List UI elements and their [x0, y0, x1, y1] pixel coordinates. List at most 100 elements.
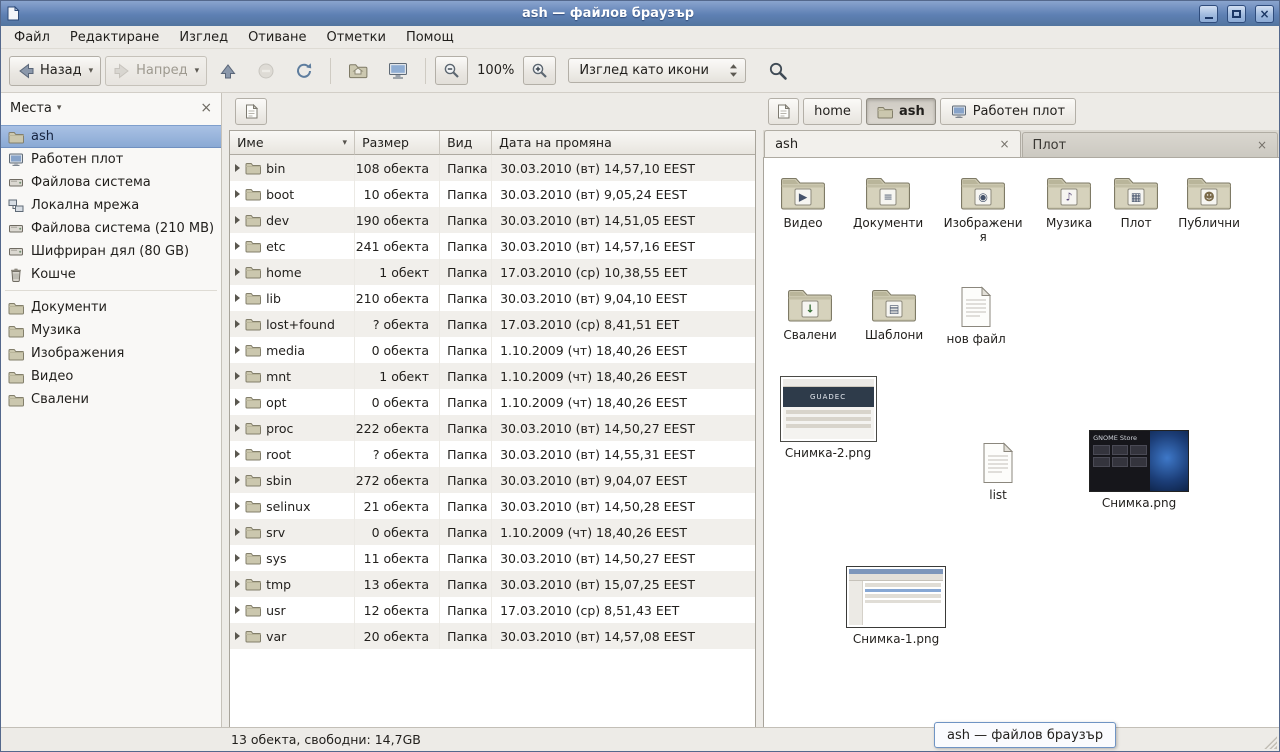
sidebar-item-filesystem[interactable]: Файлова система	[1, 171, 221, 194]
reload-button[interactable]	[287, 56, 321, 86]
icon-item-pictures[interactable]: ◉Изображения	[940, 174, 1026, 244]
sidebar-item-pictures[interactable]: Изображения	[1, 342, 221, 365]
column-header-type[interactable]: Вид	[440, 131, 492, 155]
table-row[interactable]: boot10 обектаПапка30.03.2010 (вт) 9,05,2…	[230, 181, 755, 207]
table-row[interactable]: sbin272 обектаПапка30.03.2010 (вт) 9,04,…	[230, 467, 755, 493]
icon-item-music[interactable]: ♪Музика	[1030, 174, 1108, 230]
table-row[interactable]: bin108 обектаПапка30.03.2010 (вт) 14,57,…	[230, 155, 755, 181]
icon-view[interactable]: ▶Видео≡Документи◉Изображения♪Музика▦Плот…	[763, 158, 1279, 727]
expander-icon[interactable]	[235, 450, 240, 458]
maximize-button[interactable]	[1227, 5, 1246, 23]
expander-icon[interactable]	[235, 216, 240, 224]
sidebar-item-downloads[interactable]: Свалени	[1, 388, 221, 411]
expander-icon[interactable]	[235, 164, 240, 172]
icon-item-desktop[interactable]: ▦Плот	[1100, 174, 1172, 230]
expander-icon[interactable]	[235, 320, 240, 328]
table-row[interactable]: dev190 обектаПапка30.03.2010 (вт) 14,51,…	[230, 207, 755, 233]
table-row[interactable]: mnt1 обектПапка1.10.2009 (чт) 18,40,26 E…	[230, 363, 755, 389]
chevron-down-icon[interactable]: ▾	[57, 103, 62, 113]
expander-icon[interactable]	[235, 502, 240, 510]
zoom-in-button[interactable]	[523, 56, 556, 85]
expander-icon[interactable]	[235, 554, 240, 562]
computer-button[interactable]	[380, 56, 416, 86]
tab-desktop[interactable]: Плот×	[1022, 132, 1278, 157]
pathbar-ash-button[interactable]: ash	[866, 98, 936, 125]
expander-icon[interactable]	[235, 606, 240, 614]
expander-icon[interactable]	[235, 632, 240, 640]
sidebar-item-desktop[interactable]: Работен плот	[1, 148, 221, 171]
table-row[interactable]: lib210 обектаПапка30.03.2010 (вт) 9,04,1…	[230, 285, 755, 311]
expander-icon[interactable]	[235, 476, 240, 484]
pane-splitter-right[interactable]	[756, 93, 763, 727]
table-row[interactable]: srv0 обектаПапка1.10.2009 (чт) 18,40,26 …	[230, 519, 755, 545]
location-toggle-button[interactable]	[235, 98, 267, 125]
column-header-date-modified[interactable]: Дата на промяна	[492, 131, 755, 155]
menu-view[interactable]: Изглед	[170, 28, 237, 47]
table-row[interactable]: sys11 обектаПапка30.03.2010 (вт) 14,50,2…	[230, 545, 755, 571]
sidebar-item-encrypted-80gb[interactable]: Шифриран дял (80 GB)	[1, 240, 221, 263]
menu-bookmarks[interactable]: Отметки	[317, 28, 394, 47]
icon-item-list[interactable]: list	[962, 442, 1034, 502]
pathbar-filesystem-button[interactable]	[768, 98, 799, 125]
table-row[interactable]: root? обектаПапка30.03.2010 (вт) 14,55,3…	[230, 441, 755, 467]
search-button[interactable]	[760, 55, 796, 87]
table-row[interactable]: home1 обектПапка17.03.2010 (ср) 10,38,55…	[230, 259, 755, 285]
table-row[interactable]: tmp13 обектаПапка30.03.2010 (вт) 15,07,2…	[230, 571, 755, 597]
table-row[interactable]: usr12 обектаПапка17.03.2010 (ср) 8,51,43…	[230, 597, 755, 623]
stop-button[interactable]	[249, 56, 283, 86]
back-dropdown-icon[interactable]: ▾	[89, 66, 94, 76]
sidebar-title[interactable]: Места	[10, 101, 52, 116]
icon-item-templates[interactable]: ▤Шаблони	[854, 286, 934, 342]
back-button[interactable]: Назад ▾	[9, 56, 101, 86]
sidebar-item-music[interactable]: Музика	[1, 319, 221, 342]
pane-splitter-left[interactable]	[222, 93, 229, 727]
icon-item-snimka[interactable]: GNOME StoreСнимка.png	[1088, 430, 1190, 510]
close-button[interactable]: ×	[1255, 5, 1274, 23]
table-row[interactable]: lost+found? обектаПапка17.03.2010 (ср) 8…	[230, 311, 755, 337]
icon-item-snimka-1[interactable]: Снимка-1.png	[844, 566, 948, 646]
tab-close-icon[interactable]: ×	[1257, 138, 1267, 152]
column-header-name[interactable]: Име▾	[230, 131, 355, 155]
home-button[interactable]	[340, 56, 376, 85]
icon-item-videos[interactable]: ▶Видео	[764, 174, 842, 230]
sidebar-item-trash[interactable]: Кошче	[1, 263, 221, 286]
table-row[interactable]: var20 обектаПапка30.03.2010 (вт) 14,57,0…	[230, 623, 755, 649]
sidebar-item-ash[interactable]: ash	[1, 125, 221, 148]
sidebar-item-videos[interactable]: Видео	[1, 365, 221, 388]
titlebar[interactable]: ash — файлов браузър ×	[1, 1, 1279, 26]
table-row[interactable]: proc222 обектаПапка30.03.2010 (вт) 14,50…	[230, 415, 755, 441]
expander-icon[interactable]	[235, 294, 240, 302]
tab-ash[interactable]: ash×	[764, 130, 1020, 157]
minimize-button[interactable]	[1199, 5, 1218, 23]
expander-icon[interactable]	[235, 346, 240, 354]
icon-item-documents[interactable]: ≡Документи	[848, 174, 928, 230]
icon-item-downloads[interactable]: ↓Свалени	[770, 286, 850, 342]
expander-icon[interactable]	[235, 398, 240, 406]
pathbar-desktop-button[interactable]: Работен плот	[940, 98, 1076, 125]
table-row[interactable]: etc241 обектаПапка30.03.2010 (вт) 14,57,…	[230, 233, 755, 259]
icon-item-new-file[interactable]: нов файл	[940, 286, 1012, 346]
expander-icon[interactable]	[235, 372, 240, 380]
menu-go[interactable]: Отиване	[239, 28, 315, 47]
sidebar-item-filesystem-210mb[interactable]: Файлова система (210 MB)	[1, 217, 221, 240]
menu-help[interactable]: Помощ	[397, 28, 463, 47]
spinner-arrows-icon[interactable]	[729, 63, 738, 78]
resize-grip[interactable]	[1263, 735, 1277, 749]
forward-button[interactable]: Напред ▾	[105, 56, 207, 86]
sidebar-item-local-network[interactable]: Локална мрежа	[1, 194, 221, 217]
up-button[interactable]	[211, 56, 245, 86]
view-mode-select[interactable]: Изглед като икони	[568, 58, 746, 83]
tab-close-icon[interactable]: ×	[999, 137, 1009, 151]
menu-edit[interactable]: Редактиране	[61, 28, 168, 47]
expander-icon[interactable]	[235, 268, 240, 276]
expander-icon[interactable]	[235, 580, 240, 588]
table-row[interactable]: selinux21 обектаПапка30.03.2010 (вт) 14,…	[230, 493, 755, 519]
sidebar-close-button[interactable]: ×	[200, 100, 212, 116]
zoom-out-button[interactable]	[435, 56, 468, 85]
expander-icon[interactable]	[235, 242, 240, 250]
expander-icon[interactable]	[235, 528, 240, 536]
menu-file[interactable]: Файл	[5, 28, 59, 47]
pathbar-home-button[interactable]: home	[803, 98, 862, 125]
expander-icon[interactable]	[235, 424, 240, 432]
table-row[interactable]: media0 обектаПапка1.10.2009 (чт) 18,40,2…	[230, 337, 755, 363]
